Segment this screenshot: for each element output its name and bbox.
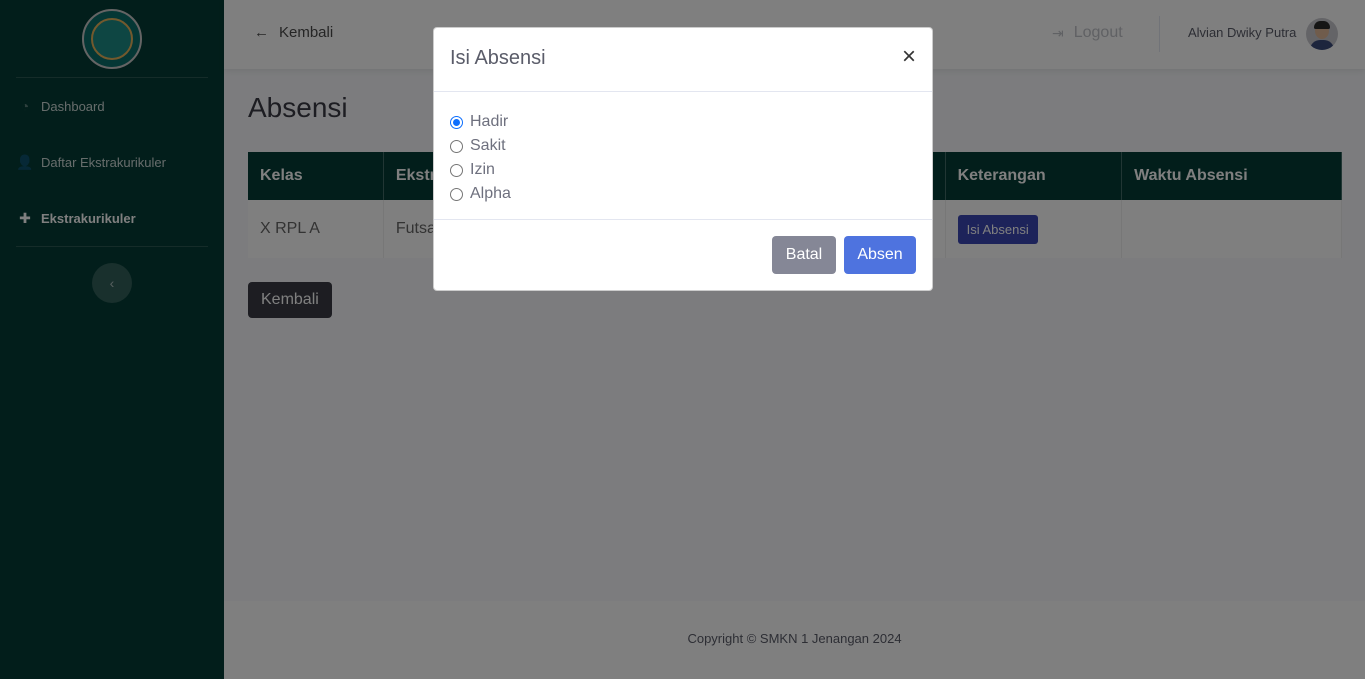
- radio-option-alpha[interactable]: Alpha: [450, 182, 916, 206]
- cancel-button[interactable]: Batal: [772, 236, 836, 274]
- close-icon[interactable]: ×: [902, 45, 916, 69]
- radio-label: Alpha: [470, 185, 511, 202]
- modal-footer: Batal Absen: [434, 220, 932, 290]
- isi-absensi-modal: Isi Absensi × Hadir Sakit Izin Alpha Bat…: [433, 27, 933, 291]
- radio-label: Sakit: [470, 137, 506, 154]
- submit-button[interactable]: Absen: [844, 236, 916, 274]
- radio-alpha[interactable]: [450, 187, 463, 201]
- modal-body: Hadir Sakit Izin Alpha: [434, 92, 932, 220]
- radio-label: Hadir: [470, 113, 509, 130]
- modal-title: Isi Absensi: [450, 47, 546, 69]
- radio-option-hadir[interactable]: Hadir: [450, 110, 916, 134]
- radio-sakit[interactable]: [450, 139, 463, 153]
- radio-option-sakit[interactable]: Sakit: [450, 134, 916, 158]
- radio-izin[interactable]: [450, 163, 463, 177]
- modal-header: Isi Absensi ×: [434, 28, 932, 92]
- radio-hadir[interactable]: [450, 115, 463, 129]
- radio-label: Izin: [470, 161, 495, 178]
- radio-option-izin[interactable]: Izin: [450, 158, 916, 182]
